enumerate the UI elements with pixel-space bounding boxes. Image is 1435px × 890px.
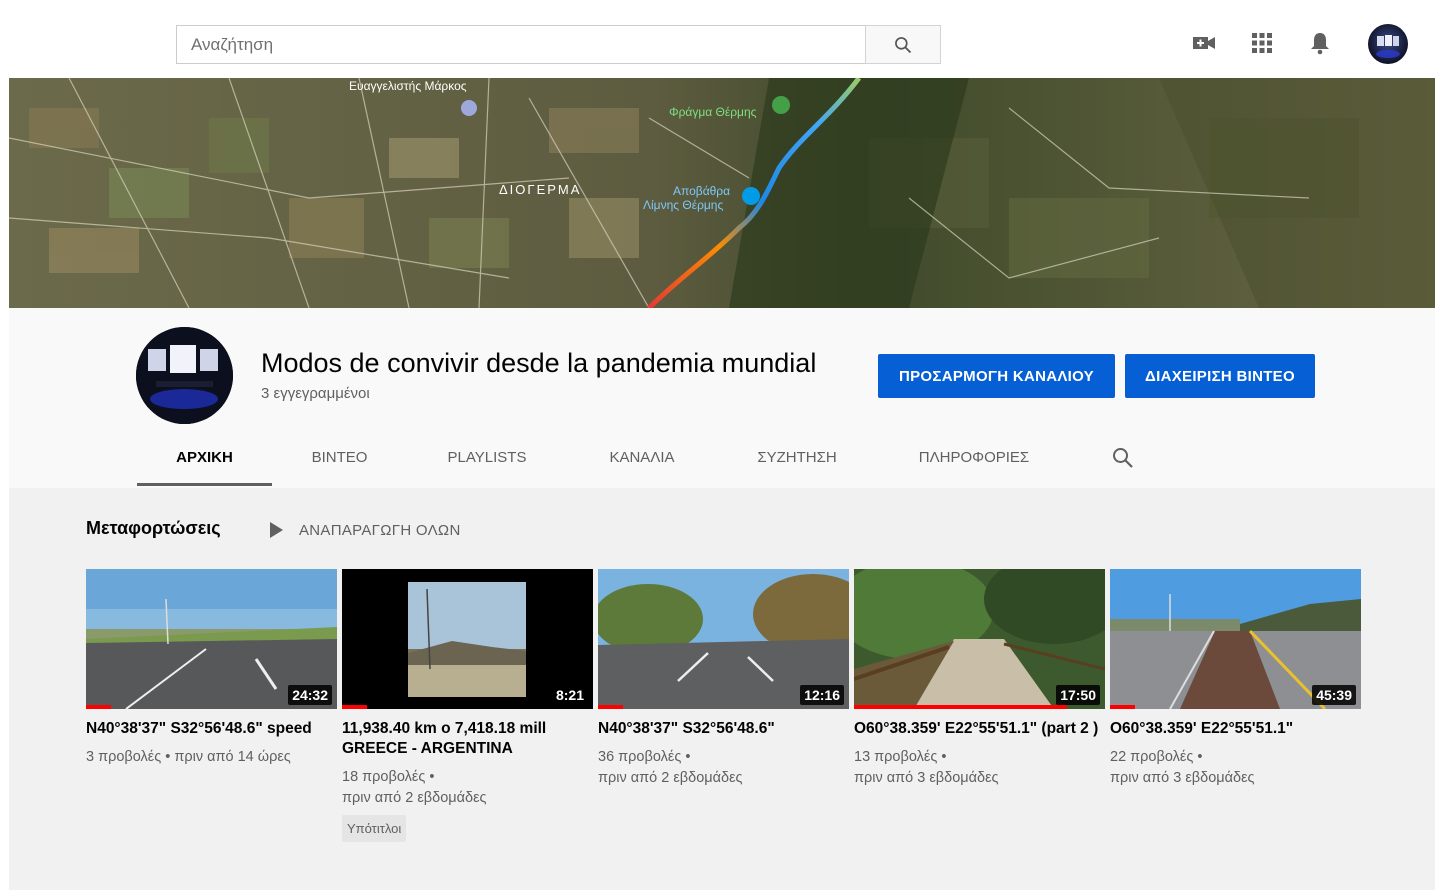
account-avatar[interactable] (1368, 24, 1408, 64)
channel-content: Μεταφορτώσεις ΑΝΑΠΑΡΑΓΩΓΗ ΟΛΩΝ 24:32 N40… (9, 488, 1435, 890)
video-title[interactable]: O60°38.359' E22°55'51.1" (1110, 719, 1361, 739)
map-label: Ευαγγελιστής Μάρκος (349, 79, 467, 93)
video-thumbnail[interactable]: 8:21 (342, 569, 593, 709)
search-button[interactable] (865, 25, 941, 64)
channel-avatar[interactable] (136, 327, 233, 424)
watch-progress-bar (854, 705, 1068, 709)
video-thumbnail[interactable]: 17:50 (854, 569, 1105, 709)
video-thumbnail[interactable]: 12:16 (598, 569, 849, 709)
youtube-channel-page: Ευαγγελιστής Μάρκος Φράγμα Θέρμης ΔΙΟΓΕΡ… (0, 0, 1435, 890)
video-card: 24:32 N40°38'37" S32°56'48.6" speed 3 πρ… (86, 569, 337, 768)
video-age: πριν από 3 εβδομάδες (854, 770, 999, 786)
video-meta: 13 προβολές • πριν από 3 εβδομάδες (854, 747, 1105, 789)
video-duration: 12:16 (800, 685, 844, 705)
video-meta: 36 προβολές • πριν από 2 εβδομάδες (598, 747, 849, 789)
search-icon (895, 36, 912, 53)
search-input[interactable] (176, 25, 865, 64)
watch-progress-bar (342, 705, 368, 709)
tab-home[interactable]: ΑΡΧΙΚΗ (137, 438, 272, 486)
video-thumbnail[interactable]: 24:32 (86, 569, 337, 709)
notifications-button[interactable] (1307, 30, 1333, 56)
search-icon (1113, 448, 1133, 468)
customize-channel-button[interactable]: ΠΡΟΣΑΡΜΟΓΗ ΚΑΝΑΛΙΟΥ (878, 354, 1115, 398)
create-video-button[interactable] (1191, 30, 1217, 56)
video-views: 18 προβολές • (342, 769, 435, 785)
map-label: Λίμνης Θέρμης (643, 198, 723, 212)
video-duration: 8:21 (551, 685, 588, 705)
top-bar (0, 0, 1435, 78)
video-age: πριν από 2 εβδομάδες (342, 790, 487, 806)
video-title[interactable]: O60°38.359' E22°55'51.1" (part 2 ) (854, 719, 1105, 739)
video-card: 8:21 11,938.40 km o 7,418.18 mill GREECE… (342, 569, 593, 842)
video-duration: 45:39 (1312, 685, 1356, 705)
watch-progress-bar (598, 705, 624, 709)
apps-grid-icon (1252, 33, 1272, 53)
video-card: 12:16 N40°38'37" S32°56'48.6" 36 προβολέ… (598, 569, 849, 789)
watch-progress-bar (1110, 705, 1136, 709)
subtitles-badge: Υπότιτλοι (342, 815, 407, 842)
subscriber-count: 3 εγγεγραμμένοι (261, 385, 370, 402)
video-title[interactable]: N40°38'37" S32°56'48.6" (598, 719, 849, 739)
notifications-bell-icon (1311, 33, 1329, 55)
manage-videos-button[interactable]: ΔΙΑΧΕΙΡΙΣΗ ΒΙΝΤΕΟ (1125, 354, 1315, 398)
video-views: 22 προβολές • (1110, 749, 1203, 765)
video-age: πριν από 2 εβδομάδες (598, 770, 743, 786)
tab-channels[interactable]: ΚΑΝΑΛΙΑ (587, 438, 697, 486)
play-all-label: ΑΝΑΠΑΡΑΓΩΓΗ ΟΛΩΝ (299, 521, 461, 539)
video-title[interactable]: N40°38'37" S32°56'48.6" speed (86, 719, 337, 739)
map-label: Αποβάθρα (673, 184, 730, 198)
channel-name: Modos de convivir desde la pandemia mund… (261, 348, 817, 378)
video-card: 45:39 O60°38.359' E22°55'51.1" 22 προβολ… (1110, 569, 1361, 789)
channel-search-button[interactable] (1111, 446, 1137, 472)
video-views: 36 προβολές • (598, 749, 691, 765)
watch-progress-bar (86, 705, 112, 709)
create-video-icon (1193, 37, 1215, 49)
video-title[interactable]: 11,938.40 km o 7,418.18 mill GREECE - AR… (342, 719, 593, 759)
channel-tabs: ΑΡΧΙΚΗ ΒΙΝΤΕΟ PLAYLISTS ΚΑΝΑΛΙΑ ΣΥΖΗΤΗΣΗ… (9, 438, 1435, 488)
tab-videos[interactable]: ΒΙΝΤΕΟ (287, 438, 392, 486)
apps-button[interactable] (1249, 30, 1275, 56)
channel-banner: Ευαγγελιστής Μάρκος Φράγμα Θέρμης ΔΙΟΓΕΡ… (9, 78, 1435, 308)
tab-about[interactable]: ΠΛΗΡΟΦΟΡΙΕΣ (899, 438, 1049, 486)
video-meta: 3 προβολές • πριν από 14 ώρες (86, 747, 337, 768)
video-views-age: 3 προβολές • πριν από 14 ώρες (86, 749, 291, 765)
tab-playlists[interactable]: PLAYLISTS (427, 438, 547, 486)
tab-discussion[interactable]: ΣΥΖΗΤΗΣΗ (737, 438, 857, 486)
video-age: πριν από 3 εβδομάδες (1110, 770, 1255, 786)
video-card: 17:50 O60°38.359' E22°55'51.1" (part 2 )… (854, 569, 1105, 789)
video-duration: 24:32 (288, 685, 332, 705)
channel-header: Modos de convivir desde la pandemia mund… (9, 308, 1435, 488)
video-views: 13 προβολές • (854, 749, 947, 765)
map-label: ΔΙΟΓΕΡΜΑ (499, 182, 581, 197)
satellite-map-image: Ευαγγελιστής Μάρκος Φράγμα Θέρμης ΔΙΟΓΕΡ… (9, 78, 1435, 308)
shelf-title: Μεταφορτώσεις (86, 518, 221, 538)
search-box (176, 25, 941, 64)
video-meta: 22 προβολές • πριν από 3 εβδομάδες (1110, 747, 1361, 789)
video-thumbnail[interactable]: 45:39 (1110, 569, 1361, 709)
video-meta: 18 προβολές • πριν από 2 εβδομάδες Υπότι… (342, 767, 593, 842)
play-icon (270, 522, 283, 538)
video-duration: 17:50 (1056, 685, 1100, 705)
play-all-button[interactable]: ΑΝΑΠΑΡΑΓΩΓΗ ΟΛΩΝ (269, 518, 461, 542)
map-label: Φράγμα Θέρμης (669, 105, 757, 119)
